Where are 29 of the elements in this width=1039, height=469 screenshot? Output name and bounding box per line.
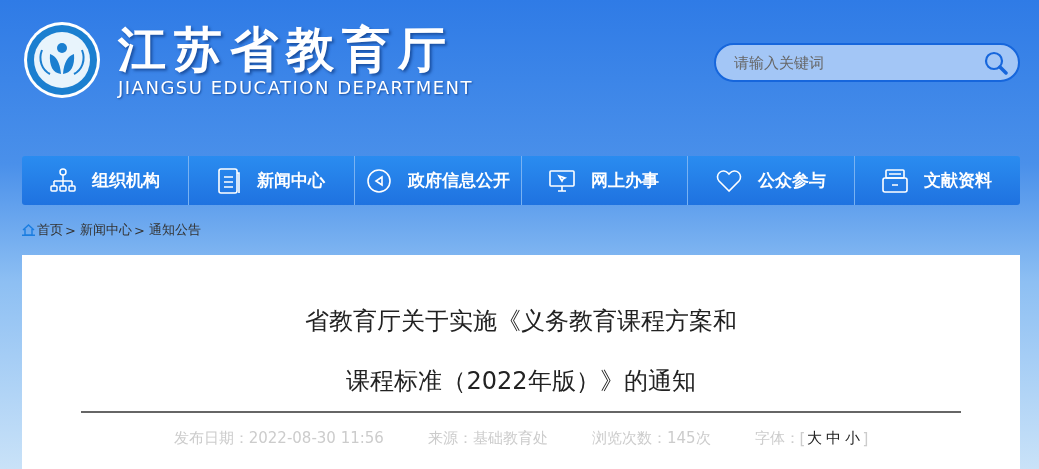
breadcrumb-separator: > xyxy=(65,222,76,238)
bracket: ] xyxy=(862,429,869,448)
bracket: [ xyxy=(799,429,806,448)
search-field[interactable]: 请输入关键词 xyxy=(714,43,1020,82)
nav-item[interactable]: 组织机构 xyxy=(22,156,188,205)
search-icon[interactable] xyxy=(984,51,1008,75)
article-title: 课程标准（2022年版）》的通知 xyxy=(346,366,696,397)
heart-icon xyxy=(715,168,742,193)
document-icon xyxy=(217,166,242,195)
site-subtitle: JIANGSU EDUCATION DEPARTMENT xyxy=(118,77,474,99)
font-size-option[interactable]: 中 xyxy=(826,429,842,448)
nav-item[interactable]: 文献资料 xyxy=(853,156,1020,205)
nav-item[interactable]: 政府信息公开 xyxy=(354,156,521,205)
breadcrumb-link[interactable]: 首页 xyxy=(37,221,63,239)
nav-item[interactable]: 公众参与 xyxy=(687,156,854,205)
article-title: 省教育厅关于实施《义务教育课程方案和 xyxy=(305,306,737,337)
breadcrumb-link[interactable]: 新闻中心 xyxy=(79,221,132,239)
breadcrumb-separator: > xyxy=(133,222,145,238)
nav-item[interactable]: 新闻中心 xyxy=(187,156,354,205)
font-size-option[interactable]: 大 xyxy=(807,429,823,448)
site-title: 江苏省教育厅 xyxy=(118,21,455,77)
nav-item[interactable]: 网上办事 xyxy=(520,156,687,205)
play-icon xyxy=(365,167,392,194)
home-icon xyxy=(22,224,35,236)
monitor-icon xyxy=(549,168,576,193)
breadcrumb-link[interactable]: 通知公告 xyxy=(148,221,201,239)
cabinet-icon xyxy=(882,167,909,194)
font-size-option[interactable]: 小 xyxy=(845,429,861,448)
org-chart-icon xyxy=(49,167,76,194)
